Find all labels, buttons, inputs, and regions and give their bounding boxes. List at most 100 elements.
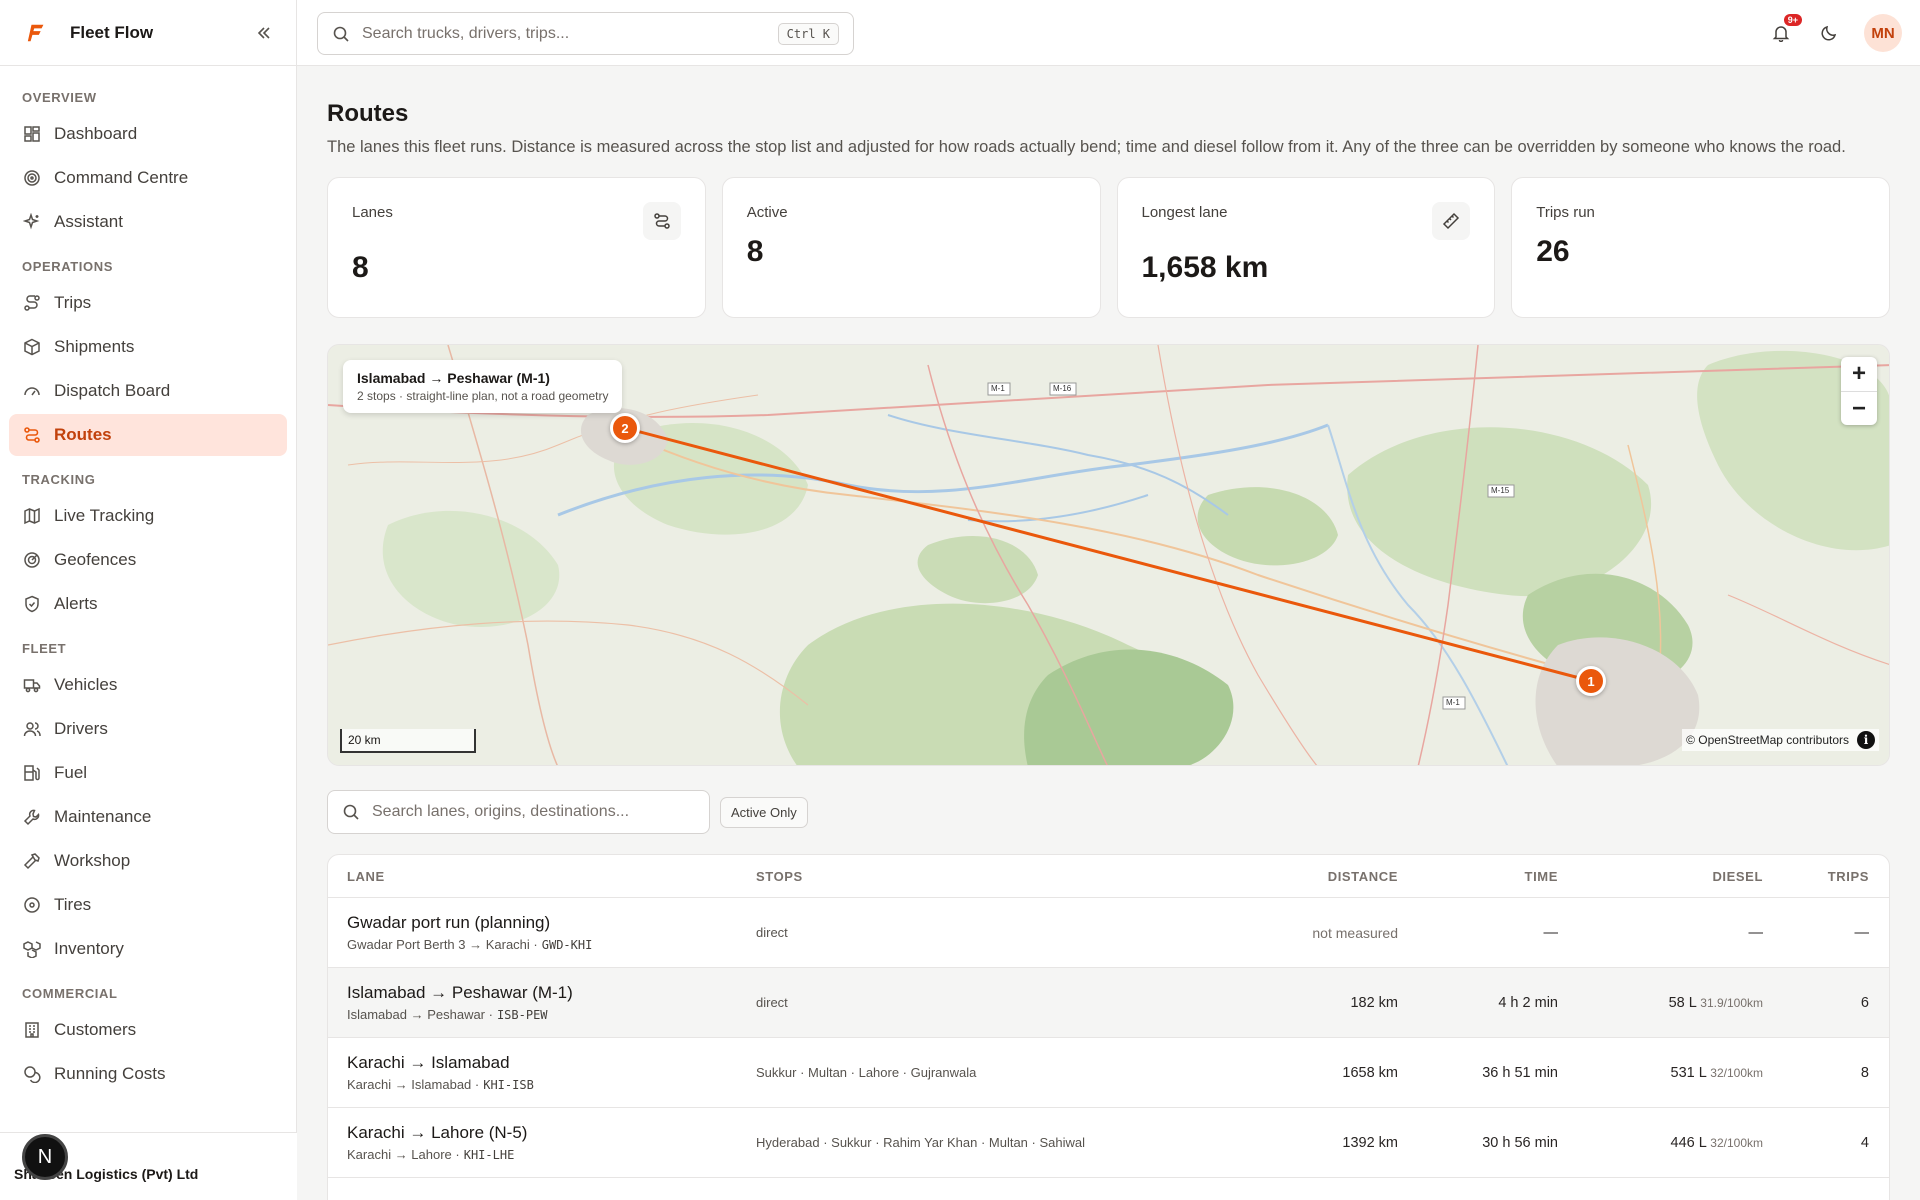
sidebar-item-fuel[interactable]: Fuel <box>9 752 287 794</box>
sidebar-item-assistant[interactable]: Assistant <box>9 201 287 243</box>
route-map[interactable]: M-1 M-16 M-15 M-1 2 1 Islamabad → Peshaw… <box>327 344 1890 766</box>
col-lane[interactable]: LANE <box>347 869 756 884</box>
sidebar-item-maintenance[interactable]: Maintenance <box>9 796 287 838</box>
stat-value: 1,658 km <box>1141 251 1269 284</box>
fuel-icon <box>22 763 42 783</box>
zoom-in-button[interactable]: + <box>1841 357 1877 391</box>
diesel-cell: 531 L 32/100km <box>1558 1065 1763 1081</box>
theme-toggle-button[interactable] <box>1816 20 1842 46</box>
fleet-flow-logo-icon <box>27 24 44 41</box>
table-row[interactable]: Karachi → Lahore (N-5) Karachi → Lahore … <box>328 1108 1889 1178</box>
gauge-icon <box>22 381 42 401</box>
search-shortcut: Ctrl K <box>777 22 839 45</box>
lane-subtitle: Islamabad → Peshawar · ISB-PEW <box>347 1007 756 1022</box>
route-tooltip-subtitle: 2 stops · straight-line plan, not a road… <box>357 389 609 403</box>
active-only-filter[interactable]: Active Only <box>720 796 808 828</box>
road-label: M-1 <box>991 384 1005 393</box>
route-stop-marker[interactable]: 1 <box>1576 666 1606 696</box>
col-distance[interactable]: DISTANCE <box>1278 869 1398 884</box>
global-search-input[interactable]: Search trucks, drivers, trips... Ctrl K <box>317 12 854 55</box>
sidebar-item-label: Running Costs <box>54 1064 166 1083</box>
lane-endpoints: Karachi → Islamabad · <box>347 1077 480 1092</box>
diesel-value: 531 L <box>1670 1064 1707 1081</box>
diesel-value: 58 L <box>1668 994 1697 1011</box>
sidebar-item-trips[interactable]: Trips <box>9 282 287 324</box>
distance-cell: not measured <box>1312 924 1398 941</box>
table-row[interactable]: Islamabad → Peshawar (M-1) Islamabad → P… <box>328 968 1889 1038</box>
ruler-icon <box>1432 202 1471 240</box>
stat-value: 26 <box>1536 235 1570 268</box>
road-label: M-1 <box>1446 698 1460 707</box>
sidebar-item-label: Assistant <box>54 212 123 231</box>
route-stop-marker[interactable]: 2 <box>610 413 640 443</box>
wrench-icon <box>22 807 42 827</box>
attribution-text: © OpenStreetMap contributors <box>1686 733 1849 747</box>
moon-icon <box>1821 25 1837 41</box>
sidebar-item-dashboard[interactable]: Dashboard <box>9 113 287 155</box>
sidebar-item-running-costs[interactable]: Running Costs <box>9 1053 287 1095</box>
sidebar-item-customers[interactable]: Customers <box>9 1009 287 1051</box>
lanes-search-input[interactable]: Search lanes, origins, destinations... <box>327 790 710 834</box>
sidebar-item-label: Command Centre <box>54 168 189 187</box>
sidebar-item-drivers[interactable]: Drivers <box>9 708 287 750</box>
stops-cell: direct <box>756 925 788 940</box>
diesel-rate: 31.9/100km <box>1700 995 1763 1010</box>
trips-cell: 8 <box>1860 1064 1869 1081</box>
stat-label: Lanes <box>352 204 393 221</box>
time-cell: — <box>1543 924 1559 941</box>
sidebar-item-label: Dispatch Board <box>54 381 171 400</box>
lane-name: Karachi → Lahore (N-5) <box>347 1123 528 1142</box>
diesel-rate: 32/100km <box>1710 1065 1763 1080</box>
lane-code: KHI-ISB <box>483 1078 534 1092</box>
stat-card-trips-run: Trips run 26 <box>1511 177 1890 318</box>
sidebar-item-routes[interactable]: Routes <box>9 414 287 456</box>
sidebar-item-shipments[interactable]: Shipments <box>9 326 287 368</box>
package-icon <box>22 337 42 357</box>
floating-n-badge[interactable]: N <box>22 1134 68 1180</box>
sidebar-item-command-centre[interactable]: Command Centre <box>9 157 287 199</box>
sidebar-item-label: Alerts <box>54 594 98 613</box>
notifications-button[interactable]: 9+ <box>1768 14 1802 46</box>
sidebar-item-label: Tires <box>54 895 92 914</box>
diesel-value: 446 L <box>1670 1134 1707 1151</box>
stat-value: 8 <box>746 235 764 268</box>
col-stops[interactable]: STOPS <box>756 869 1278 884</box>
sidebar-item-tires[interactable]: Tires <box>9 884 287 926</box>
stat-card-active: Active 8 <box>721 177 1101 318</box>
col-diesel[interactable]: DIESEL <box>1558 869 1763 884</box>
sidebar-item-dispatch-board[interactable]: Dispatch Board <box>9 370 287 412</box>
sidebar-item-vehicles[interactable]: Vehicles <box>9 664 287 706</box>
lanes-search-placeholder: Search lanes, origins, destinations... <box>372 803 630 820</box>
info-icon[interactable]: i <box>1857 731 1875 749</box>
sidebar-item-geofences[interactable]: Geofences <box>9 539 287 581</box>
lane-code: KHI-LHE <box>463 1148 515 1162</box>
truck-icon <box>22 675 42 695</box>
app-name: Fleet Flow <box>70 22 154 42</box>
sidebar-item-workshop[interactable]: Workshop <box>9 840 287 882</box>
sidebar-item-live-tracking[interactable]: Live Tracking <box>9 495 287 537</box>
lane-endpoints: Karachi → Lahore · <box>347 1147 460 1162</box>
search-icon <box>343 804 359 820</box>
zoom-out-button[interactable]: − <box>1841 391 1877 425</box>
building-icon <box>22 1020 42 1040</box>
user-avatar[interactable]: MN <box>1864 14 1902 52</box>
collapse-sidebar-icon[interactable] <box>252 21 276 45</box>
stat-label: Longest lane <box>1141 204 1228 221</box>
page-description: The lanes this fleet runs. Distance is m… <box>327 138 1846 156</box>
table-row[interactable]: Karachi → Islamabad Karachi → Islamabad … <box>328 1038 1889 1108</box>
col-time[interactable]: TIME <box>1398 869 1558 884</box>
sidebar-item-inventory[interactable]: Inventory <box>9 928 287 970</box>
route-tooltip: Islamabad → Peshawar (M-1) 2 stops · str… <box>343 360 623 413</box>
table-row[interactable]: Gwadar port run (planning) Gwadar Port B… <box>328 898 1889 968</box>
notification-count-badge: 9+ <box>1783 14 1802 26</box>
nav-section-title: OPERATIONS <box>22 259 113 274</box>
sidebar-item-alerts[interactable]: Alerts <box>9 583 287 625</box>
nav-section-title: COMMERCIAL <box>22 986 118 1001</box>
col-trips[interactable]: TRIPS <box>1763 869 1869 884</box>
lane-name: Gwadar port run (planning) <box>347 913 551 932</box>
search-icon <box>333 26 349 42</box>
stat-label: Trips run <box>1536 204 1595 221</box>
routes-icon <box>642 202 681 240</box>
stats-row: Lanes 8 Active 8 Longest lane 1,658 km T… <box>327 177 1890 318</box>
sidebar: Fleet Flow OVERVIEW Dashboard Command Ce… <box>0 0 297 1200</box>
